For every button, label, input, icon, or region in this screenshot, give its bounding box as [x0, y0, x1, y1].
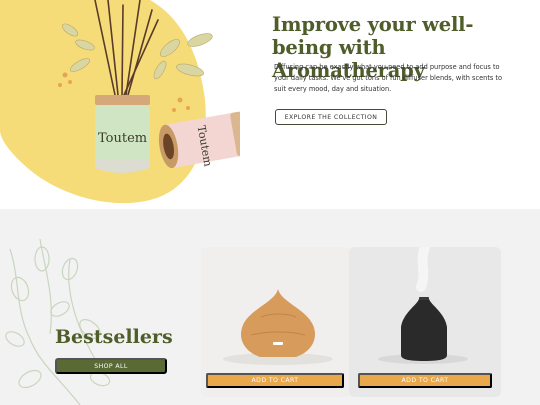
hero-description: Diffusing can be exactly what you need t…	[274, 63, 503, 94]
reed-diffuser-illustration: Toutem Toutem	[58, 0, 240, 173]
floral-line-art	[5, 239, 111, 405]
explore-collection-button[interactable]: EXPLORE THE COLLECTION	[275, 109, 387, 125]
add-to-cart-button[interactable]: ADD TO CART	[206, 373, 344, 388]
bestsellers-section: Bestsellers SHOP ALL ADD TO CART ADD TO …	[0, 209, 540, 405]
standing-jar-brand-text: Toutem	[98, 131, 147, 146]
product-card[interactable]: ADD TO CART	[349, 247, 501, 397]
shop-all-button[interactable]: SHOP ALL	[55, 358, 167, 374]
add-to-cart-button[interactable]: ADD TO CART	[358, 373, 492, 388]
hero-section: Toutem Toutem Improve your well-being wi…	[0, 0, 540, 210]
bestsellers-title: Bestsellers	[55, 326, 173, 348]
product-card[interactable]: ADD TO CART	[201, 247, 351, 397]
